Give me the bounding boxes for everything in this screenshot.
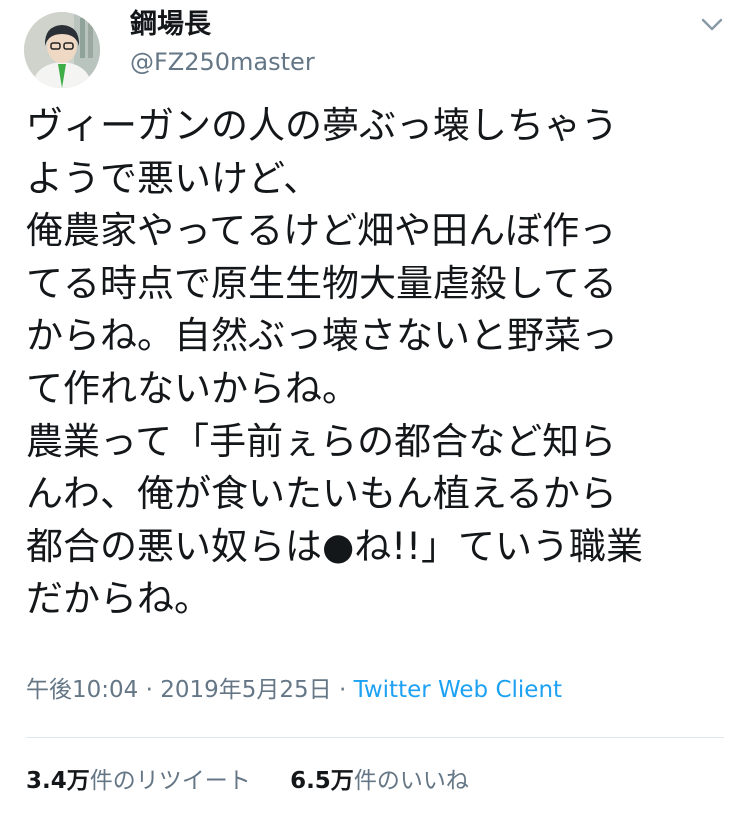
chevron-down-icon[interactable] [698,10,726,38]
tweet-line: てる時点で原生生物大量虐殺してる [26,261,617,305]
tweet-date[interactable]: 2019年5月25日 [160,677,331,703]
tweet-line: 農業って「手前ぇらの都合など知ら [26,419,617,463]
meta-separator: · [145,677,153,703]
likes-label: 件のいいね [353,768,469,794]
retweets-label: 件のリツイート [89,768,251,794]
client-link[interactable]: Twitter Web Client [354,677,562,703]
tweet-text: ヴィーガンの人の夢ぶっ壊しちゃう ようで悪いけど、 俺農家やってるけど畑や田んぼ… [26,100,726,626]
divider [26,737,724,738]
tweet-line: んわ、俺が食いたいもん植えるから [26,472,617,516]
tweet-time[interactable]: 午後10:04 [26,677,138,703]
likes-stat[interactable]: 6.5万件のいいね [290,763,469,799]
tweet-line: 俺農家やってるけど畑や田んぼ作っ [26,209,617,253]
avatar[interactable] [24,12,100,88]
retweets-count: 3.4万 [26,768,90,794]
tweet-meta: 午後10:04 · 2019年5月25日 · Twitter Web Clien… [26,672,562,708]
tweet-line: て作れないからね。 [26,366,359,410]
tweet-line: ヴィーガンの人の夢ぶっ壊しちゃう [26,104,618,147]
display-name[interactable]: 鋼場長 [130,8,211,42]
meta-separator: · [338,677,347,703]
retweets-stat[interactable]: 3.4万件のリツイート [26,763,251,799]
tweet-line: ようで悪いけど、 [26,156,321,200]
tweet-line: からね。自然ぶっ壊さないと野菜っ [26,314,618,358]
tweet-header: 鋼場長 @FZ250master [0,0,750,100]
tweet-stats: 3.4万件のリツイート 6.5万件のいいね [26,763,469,799]
tweet-line: だからね。 [26,577,211,621]
tweet-line: 都合の悪い奴らは●ね!!」ていう職業 [26,524,643,568]
likes-count: 6.5万 [290,768,354,794]
user-handle[interactable]: @FZ250master [130,46,315,78]
